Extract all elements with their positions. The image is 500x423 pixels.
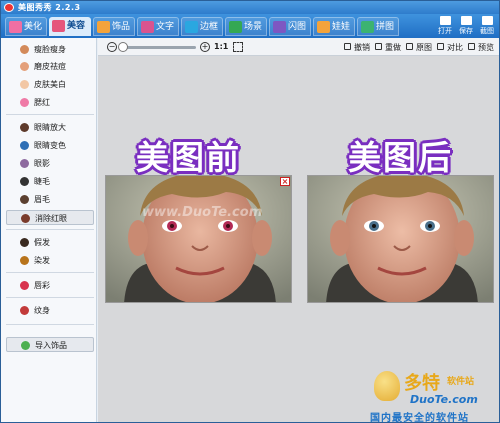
original-icon bbox=[406, 43, 413, 50]
tab-text[interactable]: 文字 bbox=[137, 17, 179, 36]
sidebar-divider bbox=[6, 272, 94, 273]
title-bar: 美图秀秀 2.2.3 bbox=[1, 1, 499, 14]
app-title: 美图秀秀 2.2.3 bbox=[18, 3, 81, 12]
sidebar-item-blush[interactable]: 腮红 bbox=[6, 95, 94, 110]
save-icon bbox=[460, 16, 472, 25]
collage-icon bbox=[361, 21, 374, 33]
sidebar-divider bbox=[6, 297, 94, 298]
open-button[interactable]: 打开 bbox=[435, 16, 455, 36]
tab-beauty[interactable]: 美容 bbox=[49, 17, 91, 36]
watermark-tagline: 国内最安全的软件站 bbox=[370, 413, 469, 423]
scene-icon bbox=[229, 21, 242, 33]
tab-accessories[interactable]: 饰品 bbox=[93, 17, 135, 36]
sidebar-item-red-eye[interactable]: 消除红眼 bbox=[6, 210, 94, 225]
sidebar-item-hair-dye[interactable]: 染发 bbox=[6, 253, 94, 268]
sidebar-item-tattoo[interactable]: 纹身 bbox=[6, 303, 94, 318]
eye-color-icon bbox=[20, 141, 29, 150]
sidebar-item-lip-gloss[interactable]: 唇彩 bbox=[6, 278, 94, 293]
sidebar-item-eyelash[interactable]: 睫毛 bbox=[6, 174, 94, 189]
hair-dye-icon bbox=[20, 256, 29, 265]
accessories-icon bbox=[97, 21, 110, 33]
sidebar-item-eyeshadow[interactable]: 眼影 bbox=[6, 156, 94, 171]
sidebar-divider bbox=[6, 324, 94, 325]
watermark-url: DuoTe.com bbox=[410, 393, 478, 406]
actual-size-button[interactable]: 1:1 bbox=[214, 42, 228, 51]
close-photo-button[interactable]: × bbox=[280, 177, 290, 186]
redo-icon bbox=[375, 43, 382, 50]
before-photo: www.DuoTe.com × bbox=[105, 175, 292, 303]
whitening-icon bbox=[20, 80, 29, 89]
redo-button[interactable]: 重做 bbox=[375, 42, 401, 53]
photo-watermark: www.DuoTe.com bbox=[142, 205, 262, 220]
import-accessory-icon bbox=[21, 341, 30, 350]
sidebar-item-face-slim[interactable]: 瘦脸瘦身 bbox=[6, 42, 94, 57]
duote-watermark: 多特 软件站 DuoTe.com 国内最安全的软件站 bbox=[370, 369, 498, 423]
face-slim-icon bbox=[20, 45, 29, 54]
watermark-brand-suffix: 软件站 bbox=[447, 377, 475, 387]
doll-icon bbox=[317, 21, 330, 33]
compare-button[interactable]: 对比 bbox=[437, 42, 463, 53]
main-tab-bar: 美化 美容 饰品 文字 边框 场景 闪图 娃娃 拼图 bbox=[1, 14, 499, 38]
lip-gloss-icon bbox=[20, 281, 29, 290]
skin-smooth-icon bbox=[20, 62, 29, 71]
sidebar-item-eye-color[interactable]: 眼睛变色 bbox=[6, 138, 94, 153]
sidebar-item-wig[interactable]: 假发 bbox=[6, 235, 94, 250]
main-panel: − + 1:1 撤销 重做 原图 对比 预览 美图前 美图后 www.DuoTe… bbox=[98, 38, 499, 423]
red-eye-icon bbox=[21, 214, 30, 223]
canvas-toolbar: − + 1:1 撤销 重做 原图 对比 预览 bbox=[98, 38, 499, 56]
app-window: 美图秀秀 2.2.3 美化 美容 饰品 文字 边框 场景 闪图 娃娃 拼图 打开… bbox=[0, 0, 500, 423]
before-caption: 美图前 bbox=[136, 138, 241, 177]
zoom-slider-handle[interactable] bbox=[118, 42, 128, 52]
fit-window-icon[interactable] bbox=[233, 42, 243, 52]
undo-button[interactable]: 撤销 bbox=[344, 42, 370, 53]
tab-beautify[interactable]: 美化 bbox=[5, 17, 47, 36]
save-button[interactable]: 保存 bbox=[456, 16, 476, 36]
undo-icon bbox=[344, 43, 351, 50]
app-logo-icon bbox=[4, 3, 14, 12]
wig-icon bbox=[20, 238, 29, 247]
beautify-icon bbox=[9, 21, 22, 33]
frame-icon bbox=[185, 21, 198, 33]
preview-icon bbox=[468, 43, 475, 50]
tab-frame[interactable]: 边框 bbox=[181, 17, 223, 36]
tab-scene[interactable]: 场景 bbox=[225, 17, 267, 36]
sidebar-item-whitening[interactable]: 皮肤美白 bbox=[6, 77, 94, 92]
sidebar-item-eyebrow[interactable]: 眉毛 bbox=[6, 192, 94, 207]
canvas-area: 美图前 美图后 www.DuoTe.com × 多特 软件站 DuoTe.com… bbox=[98, 57, 499, 423]
beauty-icon bbox=[52, 20, 65, 32]
after-photo bbox=[307, 175, 494, 303]
boy-portrait-after bbox=[308, 176, 493, 302]
tab-doll[interactable]: 娃娃 bbox=[313, 17, 355, 36]
after-caption: 美图后 bbox=[348, 138, 453, 177]
zoom-in-button[interactable]: + bbox=[200, 42, 210, 52]
eyebrow-icon bbox=[20, 195, 29, 204]
zoom-out-button[interactable]: − bbox=[107, 42, 117, 52]
duote-logo-icon bbox=[374, 371, 400, 401]
eye-enlarge-icon bbox=[20, 123, 29, 132]
scissors-icon bbox=[481, 16, 493, 25]
flash-icon bbox=[273, 21, 286, 33]
import-accessory-button[interactable]: 导入饰品 bbox=[6, 337, 94, 352]
boy-portrait-before: www.DuoTe.com bbox=[106, 176, 291, 302]
sidebar-item-eye-enlarge[interactable]: 眼睛放大 bbox=[6, 120, 94, 135]
blush-icon bbox=[20, 98, 29, 107]
original-button[interactable]: 原图 bbox=[406, 42, 432, 53]
sidebar: 瘦脸瘦身 磨皮祛痘 皮肤美白 腮红 眼睛放大 眼睛变色 眼影 睫毛 眉毛 消除红… bbox=[1, 38, 97, 422]
watermark-brand: 多特 bbox=[404, 373, 440, 394]
tab-collage[interactable]: 拼图 bbox=[357, 17, 399, 36]
screenshot-button[interactable]: 截图 bbox=[477, 16, 497, 36]
zoom-slider[interactable] bbox=[122, 46, 196, 49]
sidebar-divider bbox=[6, 114, 94, 115]
tab-flash[interactable]: 闪图 bbox=[269, 17, 311, 36]
sidebar-divider bbox=[6, 229, 94, 230]
eyelash-icon bbox=[20, 177, 29, 186]
sidebar-item-skin-smooth[interactable]: 磨皮祛痘 bbox=[6, 59, 94, 74]
eyeshadow-icon bbox=[20, 159, 29, 168]
tattoo-icon bbox=[20, 306, 29, 315]
folder-icon bbox=[439, 16, 451, 25]
text-icon bbox=[141, 21, 154, 33]
compare-icon bbox=[437, 43, 444, 50]
preview-button[interactable]: 预览 bbox=[468, 42, 494, 53]
